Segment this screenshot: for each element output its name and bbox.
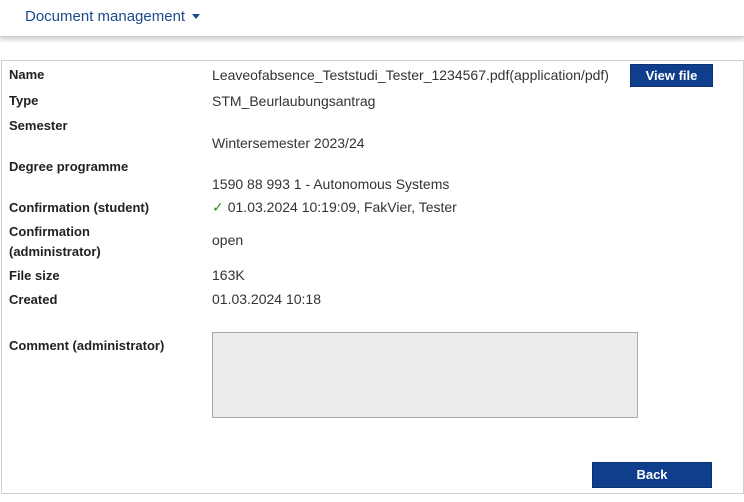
- name-value: Leaveofabsence_Teststudi_Tester_1234567.…: [212, 67, 609, 83]
- comment-admin-textarea[interactable]: [212, 332, 638, 418]
- confirmation-admin-label-line2: (administrator): [9, 244, 101, 259]
- name-label: Name: [9, 67, 45, 82]
- confirmation-admin-label-line1: Confirmation: [9, 224, 90, 239]
- document-details-panel: Name Leaveofabsence_Teststudi_Tester_123…: [1, 60, 744, 494]
- confirmation-admin-value: open: [212, 232, 244, 248]
- top-navigation-bar: Document management: [0, 0, 744, 37]
- checkmark-icon: ✓: [212, 199, 224, 215]
- confirmation-student-label: Confirmation (student): [9, 200, 150, 215]
- document-management-menu[interactable]: Document management: [25, 8, 201, 25]
- view-file-button[interactable]: View file: [630, 64, 713, 87]
- caret-down-icon[interactable]: [192, 14, 201, 19]
- type-value: STM_Beurlaubungsantrag: [212, 93, 376, 109]
- file-size-value: 163K: [212, 267, 245, 283]
- confirmation-student-value: ✓ 01.03.2024 10:19:09, FakVier, Tester: [212, 197, 457, 217]
- confirmation-student-text: 01.03.2024 10:19:09, FakVier, Tester: [227, 199, 457, 215]
- created-value: 01.03.2024 10:18: [212, 291, 321, 307]
- semester-value: Wintersemester 2023/24: [212, 135, 365, 151]
- document-management-label[interactable]: Document management: [25, 8, 185, 25]
- created-label: Created: [9, 292, 58, 307]
- back-button[interactable]: Back: [592, 462, 712, 488]
- semester-label: Semester: [9, 118, 68, 133]
- comment-admin-label: Comment (administrator): [9, 338, 165, 353]
- file-size-label: File size: [9, 268, 60, 283]
- degree-programme-label: Degree programme: [9, 159, 129, 174]
- type-label: Type: [9, 93, 39, 108]
- degree-programme-value: 1590 88 993 1 - Autonomous Systems: [212, 176, 450, 192]
